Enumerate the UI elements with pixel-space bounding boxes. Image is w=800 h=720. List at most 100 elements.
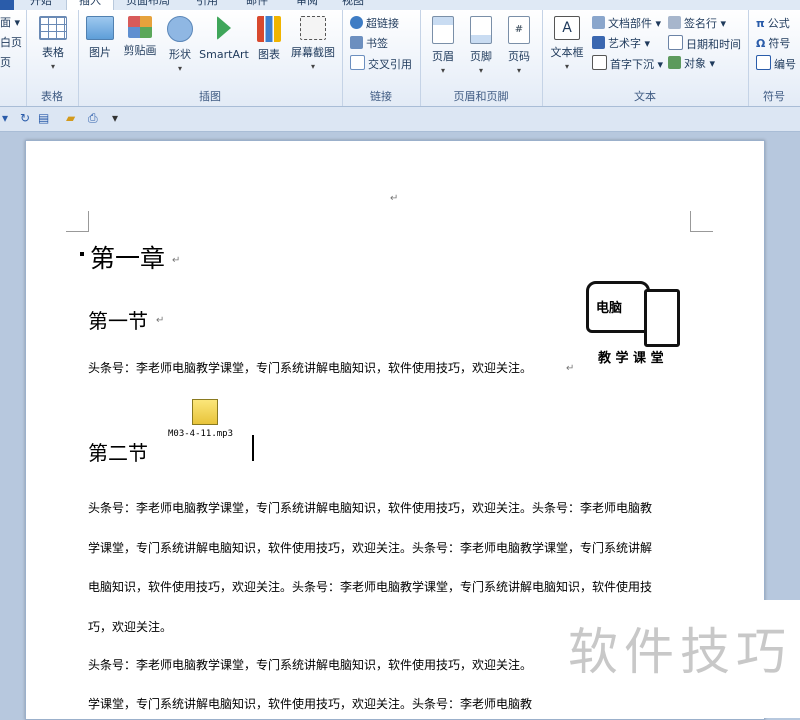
quick-access-toolbar: ▾ ↻ ▤ ▰ ⎙ ▾ xyxy=(0,107,800,132)
chevron-down-icon: ▾ xyxy=(478,66,483,75)
page-number-button[interactable]: # 页码 ▾ xyxy=(504,16,534,75)
pc-tower-icon xyxy=(644,289,680,347)
clipart-icon xyxy=(128,16,152,38)
body-line: 巧，欢迎关注。 xyxy=(88,620,173,634)
textbox-button[interactable]: A 文本框 ▾ xyxy=(548,16,586,71)
watermark-text: 软件技巧 xyxy=(568,623,792,681)
illustrations-group: 图片 剪贴画 形状 ▾ SmartArt 图表 屏幕截图 ▾ 插图 xyxy=(78,10,343,106)
date-time-button[interactable]: 日期和时间 xyxy=(668,35,741,53)
print-preview-icon[interactable]: ▤ xyxy=(38,111,49,125)
crop-mark-top-right xyxy=(690,211,713,232)
wordart-button[interactable]: 艺术字 ▾ xyxy=(592,35,650,53)
body-line: 电脑知识，软件使用技巧，欢迎关注。头条号：李老师电脑教学课堂，专门系统讲解电脑知… xyxy=(88,580,653,594)
print-icon[interactable]: ⎙ xyxy=(88,111,98,126)
table-group: 表格 ▾ 表格 xyxy=(26,10,79,106)
tab-mailings[interactable]: 邮件 xyxy=(246,0,268,10)
bar-chart-icon xyxy=(257,16,281,42)
chevron-down-icon[interactable]: ▾ xyxy=(2,111,8,125)
picture-button[interactable]: 图片 xyxy=(84,16,116,60)
footer-button[interactable]: 页脚 ▾ xyxy=(466,16,496,75)
page-break-button[interactable]: 页 xyxy=(0,54,11,72)
tab-references[interactable]: 引用 xyxy=(196,0,218,10)
cross-reference-button[interactable]: 交叉引用 xyxy=(350,55,412,73)
screenshot-button[interactable]: 屏幕截图 ▾ xyxy=(288,16,338,71)
body-paragraph: 头条号：李老师电脑教学课堂，专门系统讲解电脑知识，软件使用技巧，欢迎关注。 xyxy=(88,361,533,375)
chevron-down-icon: ▾ xyxy=(50,62,55,71)
quick-parts-icon xyxy=(592,16,605,29)
body-line: 学课堂，专门系统讲解电脑知识，软件使用技巧，欢迎关注。头条号：李老师电脑教 xyxy=(88,697,533,711)
text-group: A 文本框 ▾ 文档部件 ▾ 艺术字 ▾ 首字下沉 ▾ 签名行 ▾ 日期和时间 … xyxy=(542,10,749,106)
chevron-down-icon: ▾ xyxy=(440,66,445,75)
shapes-button[interactable]: 形状 ▾ xyxy=(164,16,196,73)
hyperlink-button[interactable]: 超链接 xyxy=(350,15,399,33)
bookmark-button[interactable]: 书签 xyxy=(350,35,388,53)
smartart-icon xyxy=(217,16,231,40)
header-button[interactable]: 页眉 ▾ xyxy=(428,16,458,75)
ribbon: 面 ▾ 白页 页 表格 ▾ 表格 图片 剪贴画 形状 ▾ SmartArt 图表… xyxy=(0,10,800,107)
signature-line-button[interactable]: 签名行 ▾ xyxy=(668,15,726,33)
section-heading-2: 第二节 xyxy=(88,441,148,465)
logo-text-top: 电脑 xyxy=(596,301,623,316)
redo-icon[interactable]: ↻ xyxy=(20,111,30,125)
logo-text-bottom: 教 学 课 堂 xyxy=(598,351,664,366)
tab-home[interactable]: 开始 xyxy=(30,0,52,10)
cover-page-button[interactable]: 面 ▾ xyxy=(0,14,20,32)
package-icon xyxy=(192,399,218,425)
screenshot-icon xyxy=(300,16,326,40)
signature-icon xyxy=(668,16,681,29)
computer-classroom-logo: 电脑 教 学 课 堂 xyxy=(582,277,682,367)
text-cursor xyxy=(252,435,254,461)
calendar-icon xyxy=(668,35,683,50)
numbering-button[interactable]: 编号 xyxy=(756,55,796,73)
omega-icon: Ω xyxy=(756,37,766,50)
tab-view[interactable]: 视图 xyxy=(342,0,364,10)
smartart-button[interactable]: SmartArt xyxy=(198,16,250,61)
chapter-heading: 第一章 xyxy=(90,244,166,273)
numbering-icon xyxy=(756,55,771,70)
heading-bullet xyxy=(80,252,84,256)
clipart-button[interactable]: 剪贴画 xyxy=(120,16,160,58)
file-tab[interactable] xyxy=(0,0,14,10)
chart-button[interactable]: 图表 xyxy=(254,16,284,62)
embedded-file-name: M03-4-11.mp3 xyxy=(168,429,234,439)
paragraph-mark: ↵ xyxy=(566,363,575,374)
ribbon-tab-bar: 开始 插入 页面布局 引用 邮件 审阅 视图 xyxy=(0,0,800,10)
quick-parts-button[interactable]: 文档部件 ▾ xyxy=(592,15,661,33)
globe-link-icon xyxy=(350,16,363,29)
section-heading-1: 第一节 xyxy=(88,309,148,333)
chevron-down-icon: ▾ xyxy=(310,62,315,71)
tab-insert[interactable]: 插入 xyxy=(66,0,114,10)
object-button[interactable]: 对象 ▾ xyxy=(668,55,715,73)
picture-icon xyxy=(86,16,114,40)
body-line: 学课堂，专门系统讲解电脑知识，软件使用技巧，欢迎关注。头条号：李老师电脑教学课堂… xyxy=(88,541,653,555)
page-number-icon: # xyxy=(508,16,530,44)
open-folder-icon[interactable]: ▰ xyxy=(66,111,75,125)
textbox-icon: A xyxy=(554,16,580,40)
pages-group: 面 ▾ 白页 页 xyxy=(0,10,27,106)
paragraph-mark: ↵ xyxy=(390,193,399,204)
shapes-icon xyxy=(167,16,193,42)
embedded-file-object[interactable]: M03-4-11.mp3 xyxy=(168,399,258,439)
blank-page-button[interactable]: 白页 xyxy=(0,34,22,52)
chevron-down-icon: ▾ xyxy=(564,62,569,71)
cross-reference-icon xyxy=(350,55,365,70)
symbol-button[interactable]: Ω 符号 xyxy=(756,35,790,53)
bookmark-icon xyxy=(350,36,363,49)
links-group: 超链接 书签 交叉引用 链接 xyxy=(342,10,421,106)
footer-icon xyxy=(470,16,492,44)
chevron-down-icon: ▾ xyxy=(177,64,182,73)
table-button[interactable]: 表格 ▾ xyxy=(36,16,70,71)
pi-icon: π xyxy=(756,17,765,30)
drop-cap-icon xyxy=(592,55,607,70)
paragraph-mark: ↵ xyxy=(172,255,181,266)
chevron-down-icon: ▾ xyxy=(516,66,521,75)
wordart-icon xyxy=(592,36,605,49)
tab-review[interactable]: 审阅 xyxy=(296,0,318,10)
body-line: 头条号：李老师电脑教学课堂，专门系统讲解电脑知识，软件使用技巧，欢迎关注。头条号… xyxy=(88,501,653,515)
equation-button[interactable]: π 公式 xyxy=(756,15,790,33)
header-icon xyxy=(432,16,454,44)
tab-page-layout[interactable]: 页面布局 xyxy=(126,0,170,10)
customize-toolbar-icon[interactable]: ▾ xyxy=(112,111,118,125)
drop-cap-button[interactable]: 首字下沉 ▾ xyxy=(592,55,663,73)
object-icon xyxy=(668,56,681,69)
